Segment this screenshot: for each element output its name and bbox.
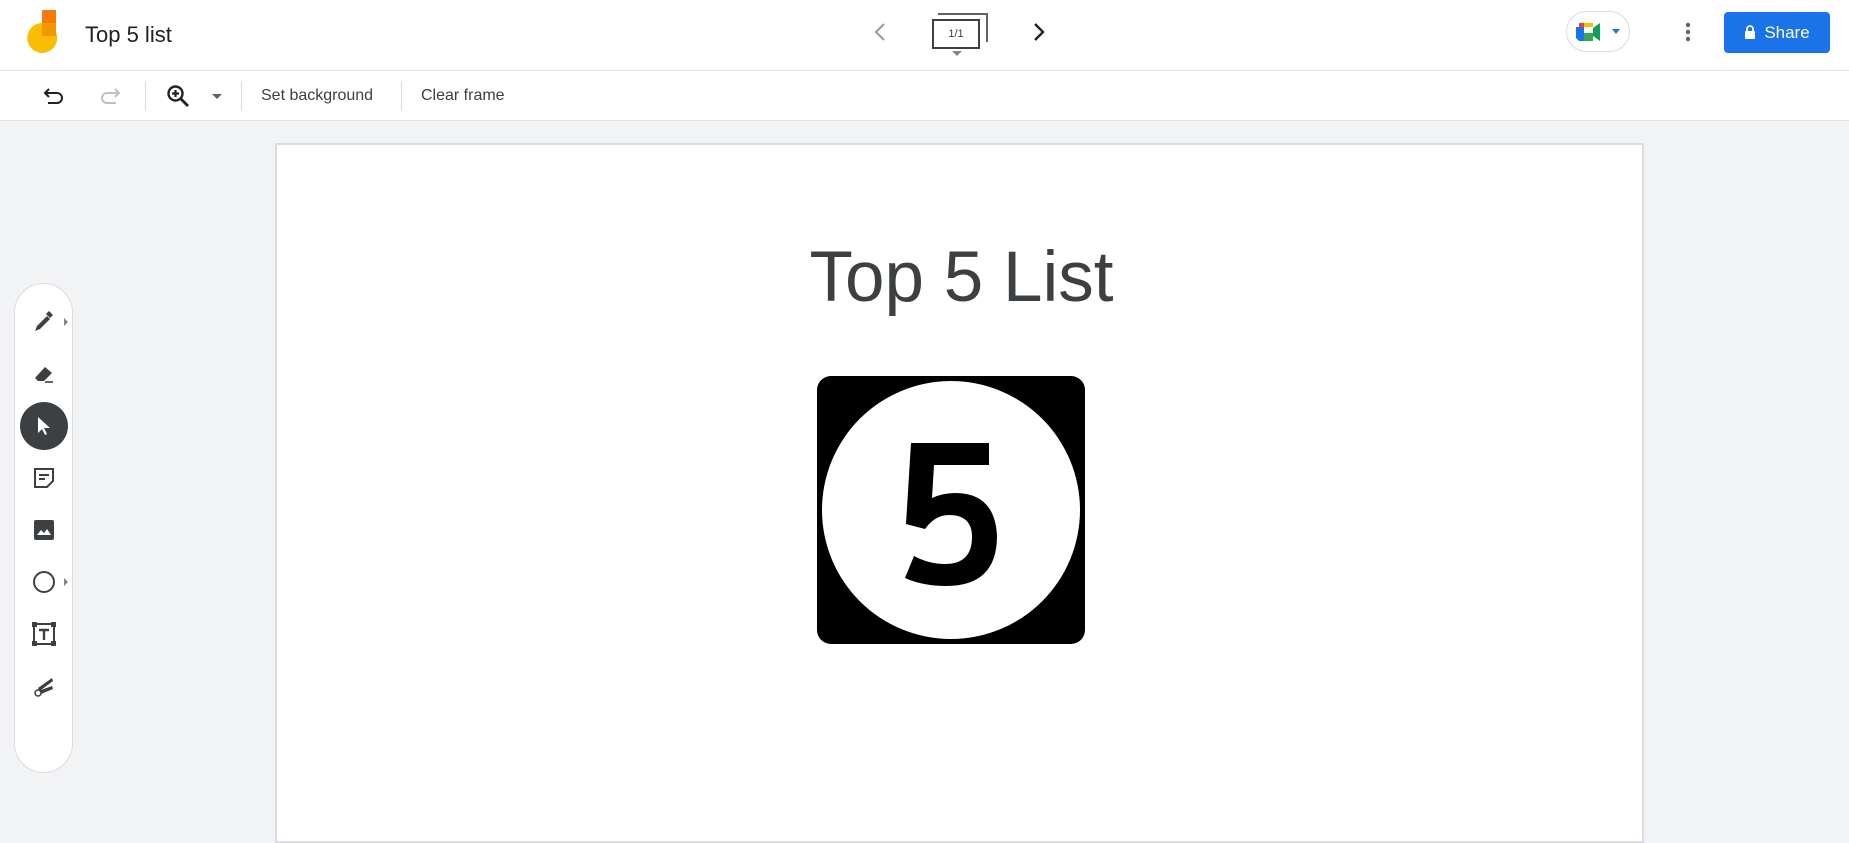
number-five-image[interactable]	[817, 376, 1085, 644]
more-vertical-icon	[1685, 22, 1691, 42]
redo-icon	[101, 88, 121, 104]
tool-eraser[interactable]	[20, 350, 68, 398]
tool-rail	[14, 283, 73, 773]
zoom-dropdown-button[interactable]	[208, 71, 226, 121]
clear-frame-button[interactable]: Clear frame	[421, 71, 505, 121]
document-title[interactable]: Top 5 list	[85, 22, 172, 48]
text-box-icon	[32, 622, 56, 646]
tool-text-box[interactable]	[20, 610, 68, 658]
share-button[interactable]: Share	[1724, 12, 1830, 53]
undo-button[interactable]	[40, 71, 68, 121]
next-frame-button[interactable]	[1025, 16, 1053, 48]
tool-add-image[interactable]	[20, 506, 68, 554]
number-five-glyph	[905, 443, 997, 586]
meet-button[interactable]	[1566, 11, 1630, 52]
more-options-button[interactable]	[1674, 14, 1702, 50]
pen-icon	[35, 311, 53, 331]
zoom-button[interactable]	[164, 71, 192, 121]
frame-bar-toggle[interactable]: 1/1	[928, 11, 992, 59]
google-meet-icon	[1576, 22, 1600, 41]
jam-canvas[interactable]: Top 5 List	[275, 143, 1644, 843]
lock-icon	[1745, 25, 1756, 39]
submenu-arrow-icon	[64, 578, 68, 586]
top-bar: Top 5 list 1/1 Share	[0, 0, 1849, 71]
caret-down-icon	[1612, 29, 1620, 34]
cursor-icon	[38, 417, 50, 435]
canvas-title-text[interactable]: Top 5 List	[277, 237, 1646, 318]
set-background-button[interactable]: Set background	[261, 71, 373, 121]
caret-down-icon	[212, 93, 222, 99]
circle-icon	[33, 571, 55, 593]
tool-select[interactable]	[20, 402, 68, 450]
eraser-icon	[35, 367, 53, 383]
tool-sticky-note[interactable]	[20, 454, 68, 502]
chevron-right-icon	[1034, 23, 1045, 41]
toolbar-divider	[241, 81, 242, 111]
frame-counter: 1/1	[948, 28, 964, 40]
zoom-in-icon	[167, 85, 189, 107]
tool-pen[interactable]	[20, 298, 68, 346]
caret-down-icon	[952, 51, 962, 56]
previous-frame-button[interactable]	[866, 16, 894, 48]
submenu-arrow-icon	[64, 318, 68, 326]
tool-shape[interactable]	[20, 558, 68, 606]
toolbar: Set background Clear frame	[0, 71, 1849, 121]
toolbar-divider	[145, 81, 146, 111]
toolbar-divider	[401, 81, 402, 111]
tool-laser[interactable]	[20, 662, 68, 710]
chevron-left-icon	[874, 23, 885, 41]
redo-button[interactable]	[96, 71, 124, 121]
jamboard-logo-icon[interactable]	[26, 10, 60, 56]
laser-icon	[34, 678, 53, 697]
undo-icon	[43, 88, 63, 104]
share-label: Share	[1764, 22, 1810, 42]
image-icon	[34, 520, 54, 540]
sticky-note-icon	[34, 468, 54, 488]
